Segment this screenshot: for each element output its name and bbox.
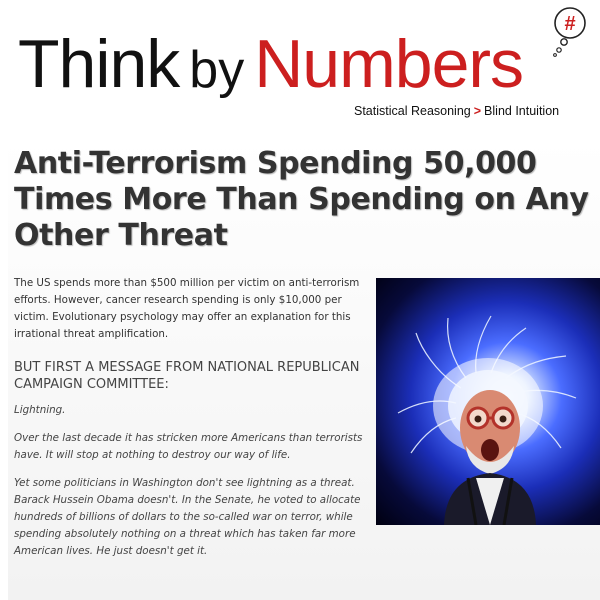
logo-numbers: Numbers <box>254 26 524 102</box>
article: Anti-Terrorism Spending 50,000 Times Mor… <box>8 140 600 600</box>
tagline-arrow: > <box>473 104 482 118</box>
bubble-hash: # <box>564 13 575 35</box>
quote-paragraph: Lightning. <box>14 404 66 416</box>
thought-bubble-hash-icon: # <box>553 7 586 57</box>
tagline-left: Statistical Reasoning <box>354 104 471 118</box>
article-intro: The US spends more than $500 million per… <box>14 277 360 340</box>
article-title[interactable]: Anti-Terrorism Spending 50,000 Times Mor… <box>14 146 598 254</box>
quote-paragraph: Over the last decade it has stricken mor… <box>14 432 363 461</box>
logo-think: Think <box>18 26 180 102</box>
ad-heading: BUT FIRST A MESSAGE FROM NATIONAL REPUBL… <box>14 360 360 392</box>
site-header: Think by Numbers # Statistical Reasoning > B… <box>0 0 600 130</box>
site-logo[interactable]: Think by Numbers <box>18 30 524 99</box>
tagline: Statistical Reasoning > Blind Intuition <box>354 104 559 118</box>
article-photo <box>376 278 600 525</box>
tagline-right: Blind Intuition <box>484 104 560 118</box>
logo-by: by <box>189 41 245 99</box>
shocked-man-illustration <box>397 315 577 525</box>
quote-paragraph: Yet some politicians in Washington don't… <box>14 477 361 557</box>
